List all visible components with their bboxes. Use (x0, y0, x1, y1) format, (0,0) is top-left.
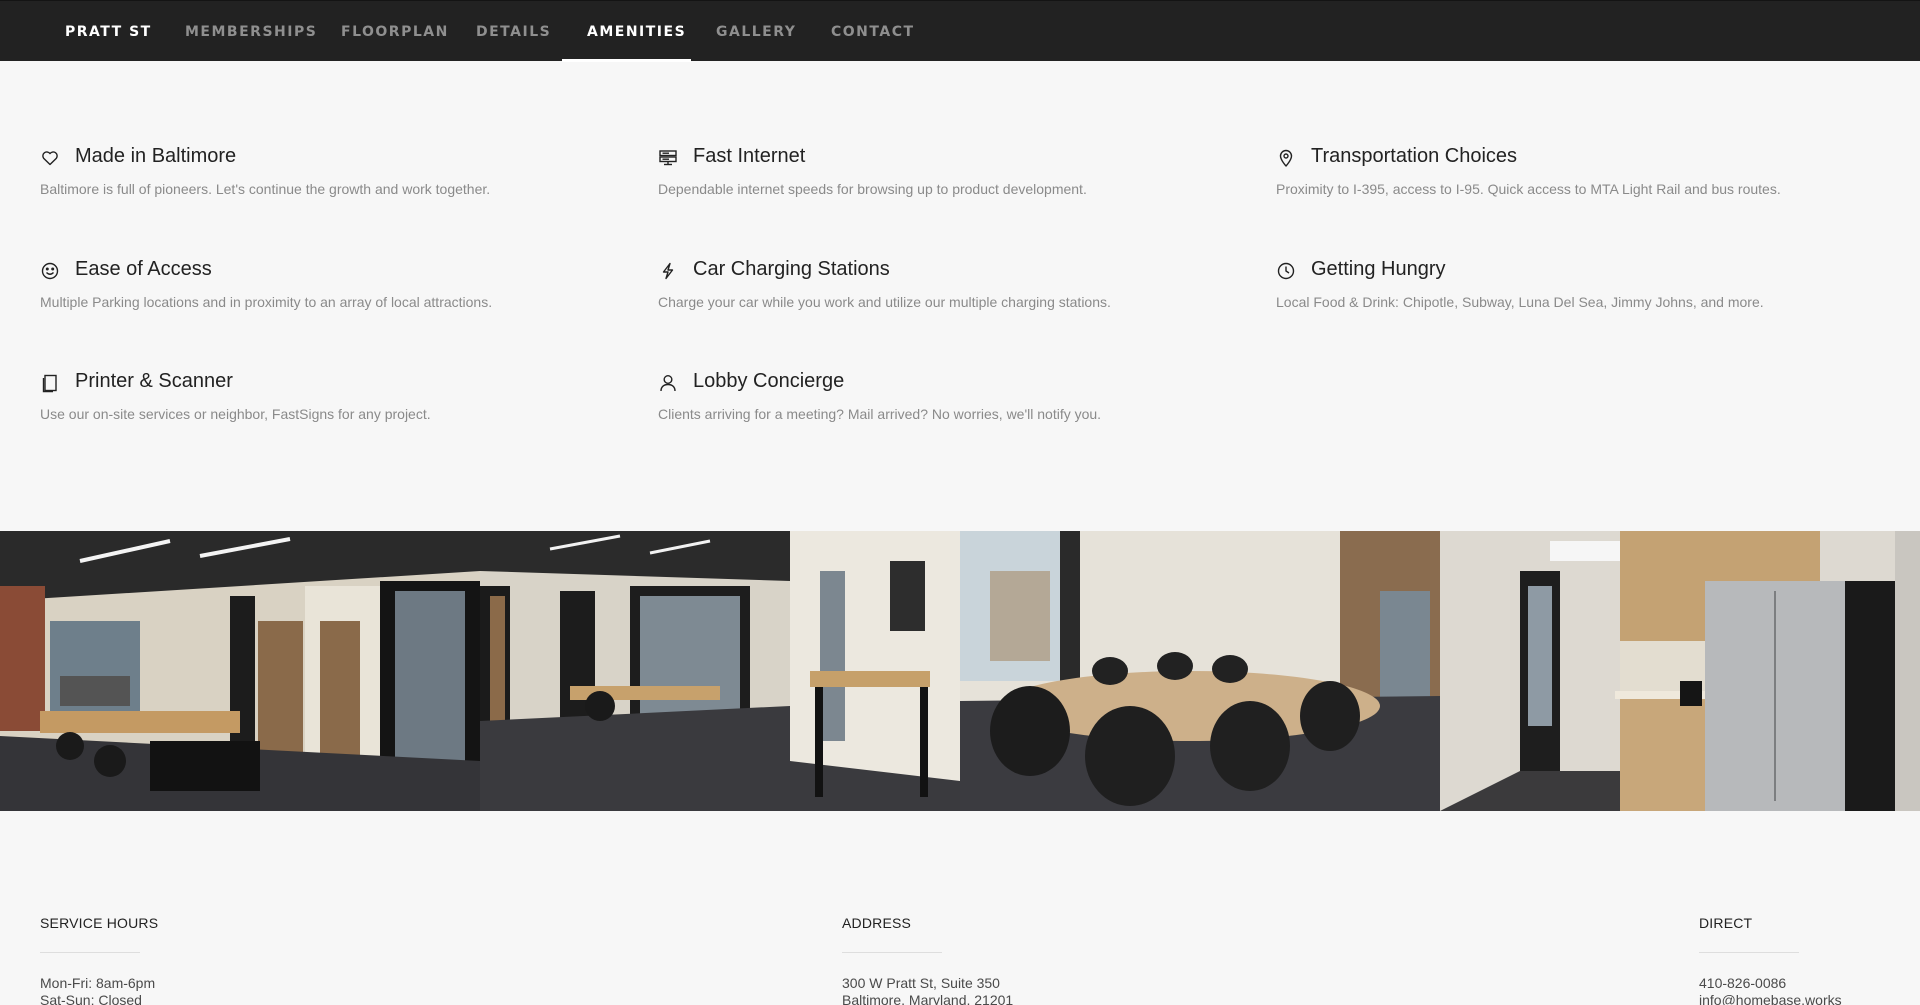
nav-item-gallery[interactable]: GALLERY (716, 1, 796, 62)
nav-item-amenities[interactable]: AMENITIES (587, 1, 686, 62)
footer-address: ADDRESS 300 W Pratt St, Suite 350 Baltim… (842, 915, 1013, 1005)
gallery-photo-open-office[interactable] (0, 531, 480, 811)
amenity-description: Charge your car while you work and utili… (658, 294, 1111, 310)
footer-divider (842, 952, 942, 953)
amenity-title: Fast Internet (693, 145, 806, 167)
clock-icon (1276, 261, 1296, 281)
address-street: 300 W Pratt St, Suite 350 (842, 975, 1000, 991)
amenity-description: Use our on-site services or neighbor, Fa… (40, 406, 431, 422)
map-pin-icon (1276, 148, 1296, 168)
amenity-description: Dependable internet speeds for browsing … (658, 181, 1087, 197)
amenity-description: Proximity to I-395, access to I-95. Quic… (1276, 181, 1781, 197)
lightning-icon (658, 261, 678, 281)
gallery-photo-conference-room[interactable] (960, 531, 1440, 811)
footer-heading-direct: DIRECT (1699, 915, 1753, 931)
amenity-title: Printer & Scanner (75, 370, 233, 392)
amenity-description: Baltimore is full of pioneers. Let's con… (40, 181, 491, 197)
footer-divider (1699, 952, 1799, 953)
amenity-title: Car Charging Stations (693, 258, 890, 280)
top-navigation: PRATT ST MEMBERSHIPS FLOORPLAN DETAILS A… (0, 0, 1920, 62)
nav-item-memberships[interactable]: MEMBERSHIPS (185, 1, 317, 62)
footer-direct: DIRECT 410-826-0086 info@homebase.works (1699, 915, 1842, 1005)
direct-phone-link[interactable]: 410-826-0086 (1699, 975, 1842, 992)
nav-item-details[interactable]: DETAILS (476, 1, 551, 62)
nav-brand-link[interactable]: PRATT ST (65, 1, 152, 62)
amenity-description: Clients arriving for a meeting? Mail arr… (658, 406, 1102, 422)
nav-item-contact[interactable]: CONTACT (831, 1, 915, 62)
amenity-title: Lobby Concierge (693, 370, 845, 392)
smile-icon (40, 261, 60, 281)
footer-service-hours: SERVICE HOURS Mon-Fri: 8am-6pm Sat-Sun: … (40, 915, 158, 1005)
footer-heading-service-hours: SERVICE HOURS (40, 915, 159, 931)
amenity-description: Local Food & Drink: Chipotle, Subway, Lu… (1276, 294, 1764, 310)
active-tab-indicator (562, 59, 691, 62)
server-icon (658, 148, 678, 168)
nav-item-floorplan[interactable]: FLOORPLAN (341, 1, 449, 62)
photo-gallery-strip (0, 531, 1920, 811)
amenity-title: Transportation Choices (1311, 145, 1518, 167)
service-hours-weekend: Sat-Sun: Closed (40, 992, 142, 1005)
footer-heading-address: ADDRESS (842, 915, 912, 931)
amenity-title: Getting Hungry (1311, 258, 1446, 280)
user-icon (658, 373, 678, 393)
gallery-photo-kitchen[interactable] (1440, 531, 1920, 811)
address-city: Baltimore, Maryland, 21201 (842, 992, 1014, 1005)
footer-divider (40, 952, 140, 953)
service-hours-weekdays: Mon-Fri: 8am-6pm (40, 975, 156, 991)
heart-icon (40, 148, 60, 168)
amenity-title: Ease of Access (75, 258, 212, 280)
direct-email-link[interactable]: info@homebase.works (1699, 992, 1842, 1005)
gallery-photo-hallway[interactable] (480, 531, 960, 811)
copy-icon (40, 373, 60, 393)
amenity-title: Made in Baltimore (75, 145, 237, 167)
amenity-description: Multiple Parking locations and in proxim… (40, 294, 493, 310)
